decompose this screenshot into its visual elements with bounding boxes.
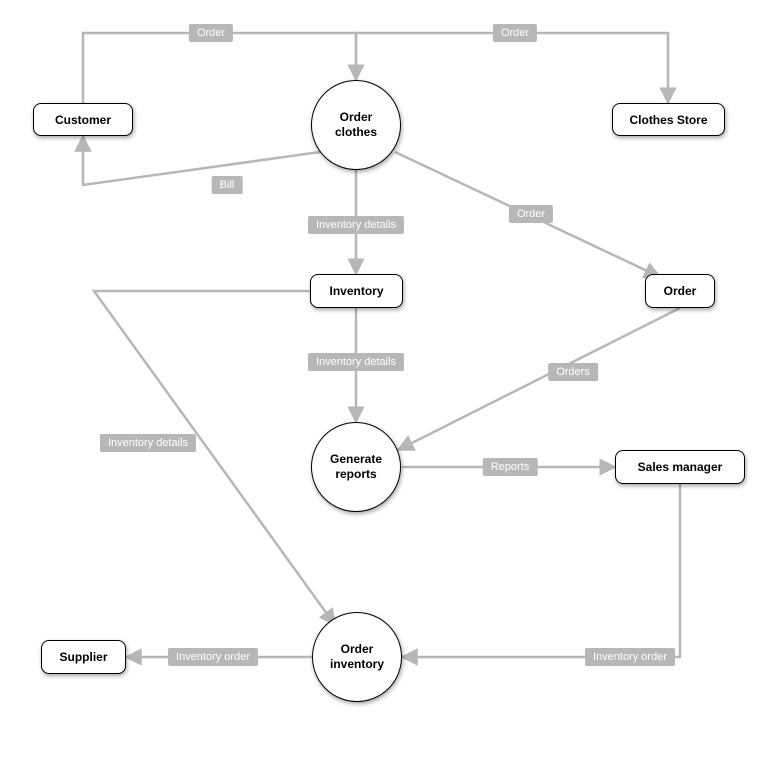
edge-label-invorder-1: Inventory order [585, 648, 675, 666]
edge-label-invdet-1: Inventory details [308, 216, 404, 234]
node-customer: Customer [33, 103, 133, 136]
edge-label-order-cust: Order [189, 24, 233, 42]
diagram-canvas: Order Order Bill Inventory details Order… [0, 0, 768, 777]
edge-label-order-store: Order [493, 24, 537, 42]
node-supplier: Supplier [41, 640, 126, 674]
node-order-clothes: Order clothes [311, 80, 401, 170]
edge-label-orders: Orders [548, 363, 598, 381]
edge-label-reports: Reports [483, 458, 538, 476]
node-order-inventory: Order inventory [312, 612, 402, 702]
edge-label-invorder-2: Inventory order [168, 648, 258, 666]
edge-label-bill: Bill [212, 176, 243, 194]
edge-label-invdet-2: Inventory details [308, 353, 404, 371]
node-generate-reports: Generate reports [311, 422, 401, 512]
node-inventory: Inventory [310, 274, 403, 308]
edge-label-invdet-3: Inventory details [100, 434, 196, 452]
node-order: Order [645, 274, 715, 308]
node-clothes-store: Clothes Store [612, 103, 725, 136]
node-sales-manager: Sales manager [615, 450, 745, 484]
edge-label-order-right: Order [509, 205, 553, 223]
